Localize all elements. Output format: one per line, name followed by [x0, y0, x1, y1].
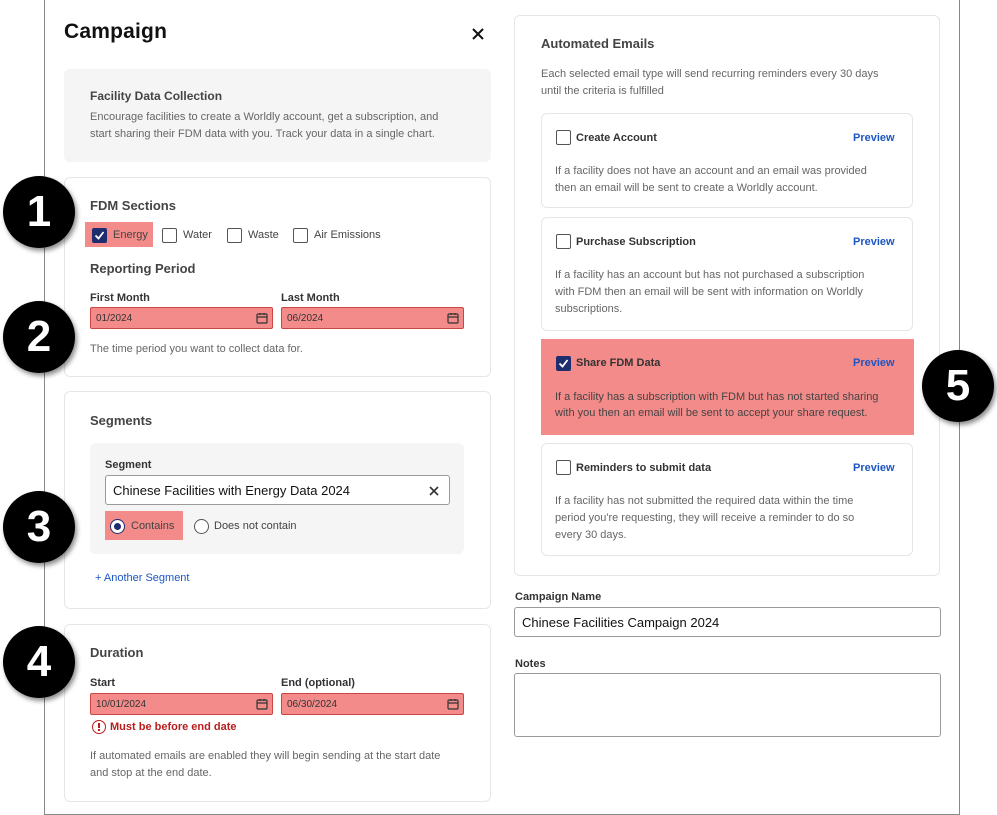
purchase-subscription-title: Purchase Subscription	[576, 236, 696, 248]
waste-label: Waste	[248, 229, 279, 241]
share-fdm-data-desc-line-2: with you then an email will be sent to a…	[555, 407, 868, 419]
last-month-value: 06/2024	[287, 313, 324, 324]
purchase-subscription-checkbox[interactable]	[556, 234, 571, 249]
create-account-desc-line-1: If a facility does not have an account a…	[555, 165, 867, 177]
create-account-checkbox[interactable]	[556, 130, 571, 145]
emails-intro-line-1: Each selected email type will send recur…	[541, 68, 879, 80]
duration-hint-line-1: If automated emails are enabled they wil…	[90, 750, 441, 762]
reminders-checkbox[interactable]	[556, 460, 571, 475]
campaign-name-input[interactable]: Chinese Facilities Campaign 2024	[514, 607, 941, 637]
share-fdm-data-title: Share FDM Data	[576, 357, 661, 369]
calendar-icon	[447, 313, 459, 324]
create-account-desc-line-2: then an email will be sent to create a W…	[555, 182, 818, 194]
close-icon[interactable]	[470, 26, 486, 42]
fdm-heading: FDM Sections	[90, 198, 176, 213]
does-not-contain-radio[interactable]	[194, 519, 209, 534]
checkmark-icon	[558, 359, 569, 368]
step-badge-1: 1	[3, 176, 75, 248]
segment-input[interactable]: Chinese Facilities with Energy Data 2024	[105, 475, 450, 505]
contains-radio[interactable]	[110, 519, 125, 534]
reminders-desc-line-2: period you're requesting, they will rece…	[555, 512, 855, 524]
reminders-preview-link[interactable]: Preview	[853, 462, 895, 474]
start-label: Start	[90, 677, 116, 689]
campaign-name-label: Campaign Name	[515, 591, 602, 603]
reporting-hint: The time period you want to collect data…	[90, 343, 303, 355]
start-date-value: 10/01/2024	[96, 699, 147, 710]
step-badge-2: 2	[3, 301, 75, 373]
reminders-desc-line-1: If a facility has not submitted the requ…	[555, 495, 854, 507]
start-date-input[interactable]: 10/01/2024	[90, 693, 273, 715]
segments-heading: Segments	[90, 413, 153, 428]
segment-label: Segment	[105, 459, 152, 471]
reminders-desc-line-3: every 30 days.	[555, 529, 627, 541]
end-date-input[interactable]: 06/30/2024	[281, 693, 464, 715]
last-month-label: Last Month	[281, 292, 340, 304]
checkmark-icon	[94, 231, 105, 240]
calendar-icon	[256, 313, 268, 324]
calendar-icon	[447, 699, 459, 710]
facility-description-line-2: start sharing their FDM data with you. T…	[90, 128, 435, 140]
notes-label: Notes	[515, 658, 546, 670]
energy-checkbox[interactable]	[92, 228, 107, 243]
notes-textarea[interactable]	[514, 673, 941, 737]
clear-icon[interactable]	[429, 486, 439, 496]
air-emissions-label: Air Emissions	[314, 229, 381, 241]
water-checkbox[interactable]	[162, 228, 177, 243]
first-month-input[interactable]: 01/2024	[90, 307, 273, 329]
create-account-title: Create Account	[576, 132, 657, 144]
last-month-input[interactable]: 06/2024	[281, 307, 464, 329]
duration-hint-line-2: and stop at the end date.	[90, 767, 212, 779]
does-not-contain-label: Does not contain	[214, 520, 297, 532]
create-account-preview-link[interactable]: Preview	[853, 132, 895, 144]
step-badge-4: 4	[3, 626, 75, 698]
first-month-label: First Month	[90, 292, 150, 304]
contains-label: Contains	[131, 520, 175, 532]
share-fdm-data-preview-link[interactable]: Preview	[853, 357, 895, 369]
purchase-subscription-preview-link[interactable]: Preview	[853, 236, 895, 248]
dialog-title: Campaign	[64, 20, 168, 43]
segment-value: Chinese Facilities with Energy Data 2024	[113, 483, 351, 498]
share-fdm-data-checkbox[interactable]	[556, 356, 571, 371]
facility-description-line-1: Encourage facilities to create a Worldly…	[90, 111, 439, 123]
first-month-value: 01/2024	[96, 313, 133, 324]
step-badge-3: 3	[3, 491, 75, 563]
end-label: End (optional)	[281, 677, 355, 689]
facility-heading: Facility Data Collection	[90, 89, 223, 103]
add-segment-link[interactable]: + Another Segment	[95, 572, 189, 584]
water-label: Water	[183, 229, 212, 241]
error-icon	[92, 720, 106, 734]
waste-checkbox[interactable]	[227, 228, 242, 243]
emails-heading: Automated Emails	[541, 36, 655, 51]
reporting-heading: Reporting Period	[90, 261, 196, 276]
reminders-title: Reminders to submit data	[576, 462, 712, 474]
start-date-error: Must be before end date	[110, 721, 237, 733]
air-emissions-checkbox[interactable]	[293, 228, 308, 243]
step-badge-5: 5	[922, 350, 994, 422]
purchase-subscription-desc-line-1: If a facility has an account but has not…	[555, 269, 865, 281]
end-date-value: 06/30/2024	[287, 699, 338, 710]
share-fdm-data-desc-line-1: If a facility has a subscription with FD…	[555, 391, 879, 403]
campaign-name-value: Chinese Facilities Campaign 2024	[522, 615, 720, 630]
purchase-subscription-desc-line-2: with FDM then an email will be sent with…	[555, 286, 863, 298]
calendar-icon	[256, 699, 268, 710]
emails-intro-line-2: until the criteria is fulfilled	[541, 85, 664, 97]
duration-heading: Duration	[90, 645, 144, 660]
purchase-subscription-desc-line-3: subscriptions.	[555, 303, 623, 315]
energy-label: Energy	[113, 229, 148, 241]
